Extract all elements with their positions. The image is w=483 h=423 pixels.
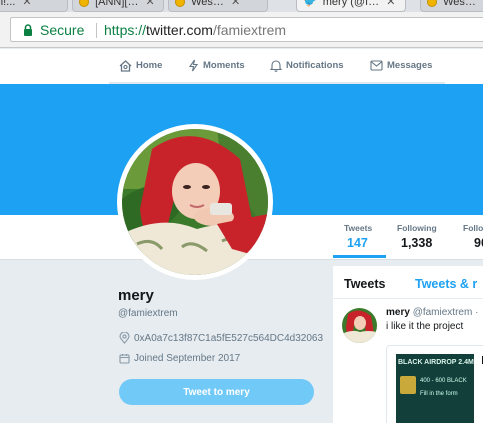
url-host: twitter.com [146,22,213,38]
tweet-link-card[interactable]: BLACK AIRDROP 2.4M 400 - 600 BLACK Fill … [386,345,483,423]
avatar-photo [122,129,268,275]
tweet-author-handle[interactable]: @famiextrem [413,307,473,318]
profile-join-date-text: Joined September 2017 [134,353,241,364]
browser-tab[interactable]: Wes… [420,0,483,12]
card-image-title: BLACK AIRDROP 2.4M [398,359,474,366]
tab-tweets-and-replies[interactable]: Tweets & r [415,277,477,291]
twitter-global-nav: Home Moments Notifications Messages [0,49,483,84]
nav-home[interactable]: Home [119,49,162,82]
stat-following-value: 1,338 [401,236,433,250]
tweet-to-button[interactable]: Tweet to mery [119,379,314,405]
twitter-bird-icon: 🐦 [303,0,317,8]
browser-tab[interactable]: n!... ✕ [0,0,68,12]
nav-notifications-label: Notifications [286,60,344,71]
browser-toolbar: Secure https://twitter.com/famiextrem [0,12,483,48]
tab-label: Wes… [191,0,224,8]
omnibox-divider [96,23,97,38]
nav-messages[interactable]: Messages [370,49,432,82]
url-scheme: https:// [104,22,147,38]
stat-followers-label: Follo [463,223,483,233]
envelope-icon [370,60,383,71]
stat-tweets-label: Tweets [344,223,373,233]
stat-followers[interactable]: Follo 90 [463,223,483,250]
coin-icon [400,376,416,394]
stat-followers-value: 90 [474,236,483,250]
tab-tweets[interactable]: Tweets [344,277,385,291]
bitcoin-favicon-icon [175,0,185,8]
close-icon[interactable]: ✕ [146,0,155,8]
tweet-item[interactable]: mery @famiextrem · i like it the project… [333,299,483,423]
nav-moments[interactable]: Moments [188,49,245,82]
bitcoin-favicon-icon [427,0,437,8]
tweet-text: i like it the project [386,321,464,332]
profile-join-date: Joined September 2017 [119,353,240,364]
tweet-separator: · [475,307,479,318]
bitcoin-favicon-icon [79,0,89,8]
stat-tweets-value: 147 [347,236,368,250]
nav-home-label: Home [136,60,163,71]
address-bar[interactable]: Secure https://twitter.com/famiextrem [10,17,483,42]
card-image-line1: 400 - 600 BLACK [420,378,467,384]
browser-window: n!... ✕ [ANN][… ✕ Wes… ✕ 🐦 mery (@f… ✕ W… [0,0,483,423]
tweet-header: mery @famiextrem · [386,307,478,318]
profile-location-text: 0xA0a7c13f87C1a5fE527c564DC4d32063 [134,332,324,344]
stat-following-label: Following [397,223,437,233]
avatar-photo [342,308,377,343]
timeline-tabs: Tweets Tweets & r [333,266,483,299]
browser-tab-active[interactable]: 🐦 mery (@f… ✕ [296,0,406,12]
tab-label: mery (@f… [322,0,380,8]
lock-icon [24,24,32,36]
browser-tab[interactable]: Wes… ✕ [168,0,268,12]
nav-messages-label: Messages [387,60,433,71]
card-image: BLACK AIRDROP 2.4M 400 - 600 BLACK Fill … [396,354,474,423]
stat-tweets[interactable]: Tweets 147 [344,223,372,250]
profile-name[interactable]: mery [118,287,154,304]
location-pin-icon [119,332,130,344]
security-label: Secure [40,22,85,38]
profile-timeline: Tweets Tweets & r mery @famiextrem · i l… [333,266,483,423]
bell-icon [270,60,282,72]
browser-tab[interactable]: [ANN][… ✕ [72,0,164,12]
tab-label: [ANN][… [95,0,139,8]
profile-location: 0xA0a7c13f87C1a5fE527c564DC4d32063 [119,332,323,344]
close-icon[interactable]: ✕ [22,0,31,8]
close-icon[interactable]: ✕ [386,0,395,8]
url-text[interactable]: https://twitter.com/famiextrem [104,22,286,38]
stat-following[interactable]: Following 1,338 [397,223,437,250]
tweet-author-name[interactable]: mery [386,307,410,318]
home-icon [119,59,132,72]
profile-handle[interactable]: @famiextrem [118,308,178,319]
tab-label: n!... [0,0,16,8]
url-path: /famiextrem [212,22,287,38]
nav-moments-label: Moments [203,60,245,71]
profile-avatar[interactable] [117,124,273,280]
active-stat-indicator [333,255,386,258]
tweet-avatar[interactable] [342,308,377,343]
lightning-icon [188,59,199,72]
close-icon[interactable]: ✕ [231,0,240,8]
card-image-line2: Fill in the form [420,391,458,397]
calendar-icon [119,354,130,364]
tab-label: Wes… [443,0,476,8]
nav-notifications[interactable]: Notifications [270,49,344,82]
tab-strip: n!... ✕ [ANN][… ✕ Wes… ✕ 🐦 mery (@f… ✕ W… [0,0,483,12]
